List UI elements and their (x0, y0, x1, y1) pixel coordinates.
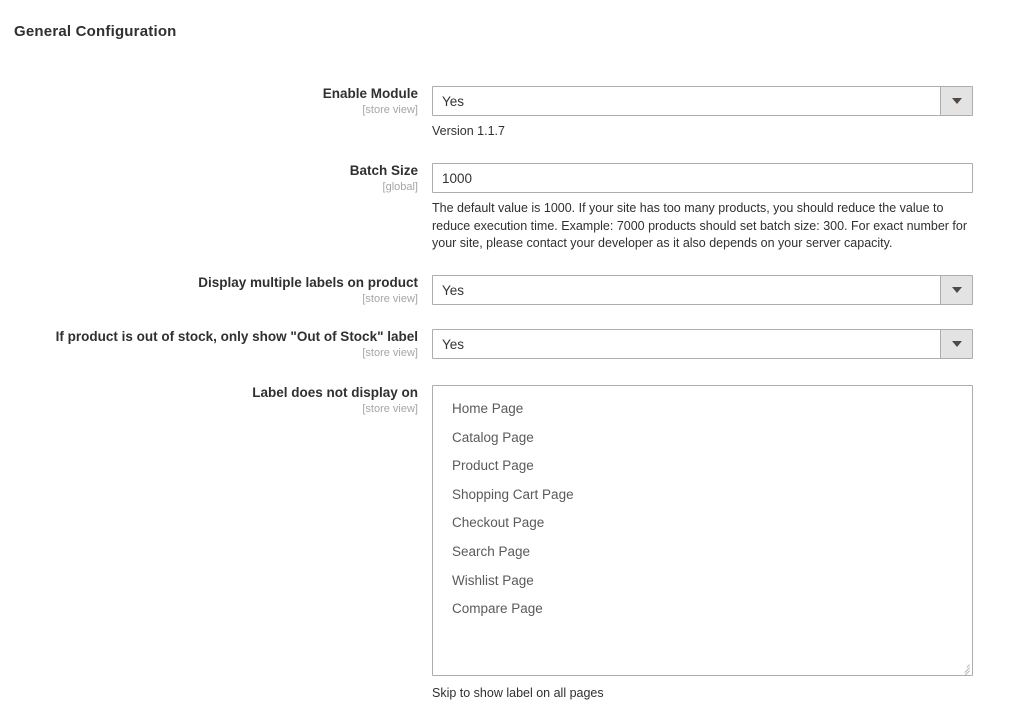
out-of-stock-only-select[interactable]: Yes (432, 329, 973, 359)
caret-shape (951, 98, 962, 104)
label-display-multiple-labels: Display multiple labels on product [stor… (0, 275, 418, 306)
label-enable-module: Enable Module [store view] (0, 86, 418, 117)
multiselect-option[interactable]: Catalog Page (433, 424, 972, 453)
control-display-multiple-labels: Yes (432, 275, 973, 305)
batch-size-input[interactable] (432, 163, 973, 193)
display-multiple-labels-select[interactable]: Yes (432, 275, 973, 305)
control-batch-size: The default value is 1000. If your site … (432, 163, 977, 253)
field-scope-text: [global] (382, 181, 418, 193)
control-label-does-not-display-on: Home Page Catalog Page Product Page Shoppin… (432, 385, 977, 703)
field-scope-text: [store view] (362, 104, 418, 116)
chevron-down-icon[interactable] (940, 330, 972, 358)
caret-shape (951, 341, 962, 347)
multiselect-option[interactable]: Shopping Cart Page (433, 481, 972, 510)
label-out-of-stock-only: If product is out of stock, only show "O… (0, 329, 418, 360)
label-does-not-display-on-note: Skip to show label on all pages (432, 686, 604, 700)
label-does-not-display-on-multiselect[interactable]: Home Page Catalog Page Product Page Shoppin… (432, 385, 973, 676)
field-scope-text: [store view] (362, 403, 418, 415)
label-label-does-not-display-on: Label does not display on [store view] (0, 385, 418, 416)
multiselect-option[interactable]: Compare Page (433, 595, 972, 624)
general-configuration-page: { "page": { "section_title": "General Co… (0, 0, 1024, 707)
chevron-down-icon[interactable] (940, 276, 972, 304)
select-selected-value: Yes (442, 93, 465, 109)
multiselect-option[interactable]: Product Page (433, 452, 972, 481)
select-selected-value: Yes (442, 336, 465, 352)
resize-handle-icon[interactable] (957, 660, 971, 675)
multiselect-option[interactable]: Home Page (433, 395, 972, 424)
multiselect-option[interactable]: Checkout Page (433, 509, 972, 538)
field-scope-text: [store view] (362, 293, 418, 305)
select-selected-value: Yes (442, 282, 465, 298)
label-batch-size: Batch Size [global] (0, 163, 418, 194)
field-label-text: Display multiple labels on product (198, 275, 418, 290)
multiselect-option[interactable]: Search Page (433, 538, 972, 567)
batch-size-note: The default value is 1000. If your site … (432, 201, 968, 250)
control-enable-module: Yes Version 1.1.7 (432, 86, 977, 141)
multiselect-option[interactable]: Wishlist Page (433, 567, 972, 596)
enable-module-note: Version 1.1.7 (432, 124, 505, 138)
field-label-text: Batch Size (349, 163, 418, 178)
field-label-text: Label does not display on (252, 385, 418, 400)
multiselect-option-list[interactable]: Home Page Catalog Page Product Page Shoppin… (433, 395, 972, 624)
field-scope-text: [store view] (362, 347, 418, 359)
caret-shape (951, 287, 962, 293)
control-out-of-stock-only: Yes (432, 329, 973, 359)
enable-module-select[interactable]: Yes (432, 86, 973, 116)
field-label-text: Enable Module (322, 86, 418, 101)
page-title: General Configuration (14, 23, 177, 40)
chevron-down-icon[interactable] (940, 87, 972, 115)
field-label-text: If product is out of stock, only show "O… (55, 329, 418, 344)
